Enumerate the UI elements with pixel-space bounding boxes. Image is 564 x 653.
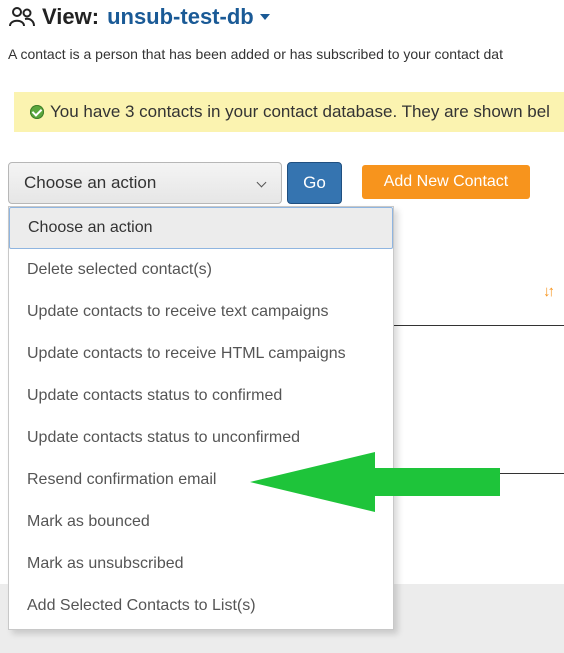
table-divider (394, 325, 564, 326)
caret-down-icon[interactable] (259, 14, 270, 20)
dropdown-option-delete-contacts[interactable]: Delete selected contact(s) (9, 249, 393, 291)
database-name-link[interactable]: unsub-test-db (107, 4, 254, 30)
view-label: View: (42, 4, 100, 29)
dropdown-option-add-to-lists[interactable]: Add Selected Contacts to List(s) (9, 585, 393, 627)
action-select-value: Choose an action (24, 173, 157, 192)
left-arrow-annotation (250, 452, 500, 512)
alert-text: You have 3 contacts in your contact data… (50, 102, 550, 121)
chevron-down-icon (256, 177, 267, 188)
action-select[interactable]: Choose an action (8, 162, 282, 204)
dropdown-option-receive-text[interactable]: Update contacts to receive text campaign… (9, 291, 393, 333)
info-alert: You have 3 contacts in your contact data… (14, 92, 564, 132)
page-description: A contact is a person that has been adde… (8, 46, 503, 62)
dropdown-option-choose-action[interactable]: Choose an action (9, 207, 393, 249)
dropdown-option-receive-html[interactable]: Update contacts to receive HTML campaign… (9, 333, 393, 375)
check-circle-icon (30, 105, 44, 119)
dropdown-option-status-confirmed[interactable]: Update contacts status to confirmed (9, 375, 393, 417)
contacts-icon (9, 7, 35, 27)
page-header: View: unsub-test-db (8, 2, 270, 32)
go-button[interactable]: Go (287, 162, 342, 204)
add-new-contact-button[interactable]: Add New Contact (362, 165, 530, 199)
sort-icon[interactable]: ↓↑ (543, 283, 555, 300)
dropdown-option-mark-unsubscribed[interactable]: Mark as unsubscribed (9, 543, 393, 585)
action-dropdown-menu[interactable]: Choose an action Delete selected contact… (8, 206, 394, 630)
